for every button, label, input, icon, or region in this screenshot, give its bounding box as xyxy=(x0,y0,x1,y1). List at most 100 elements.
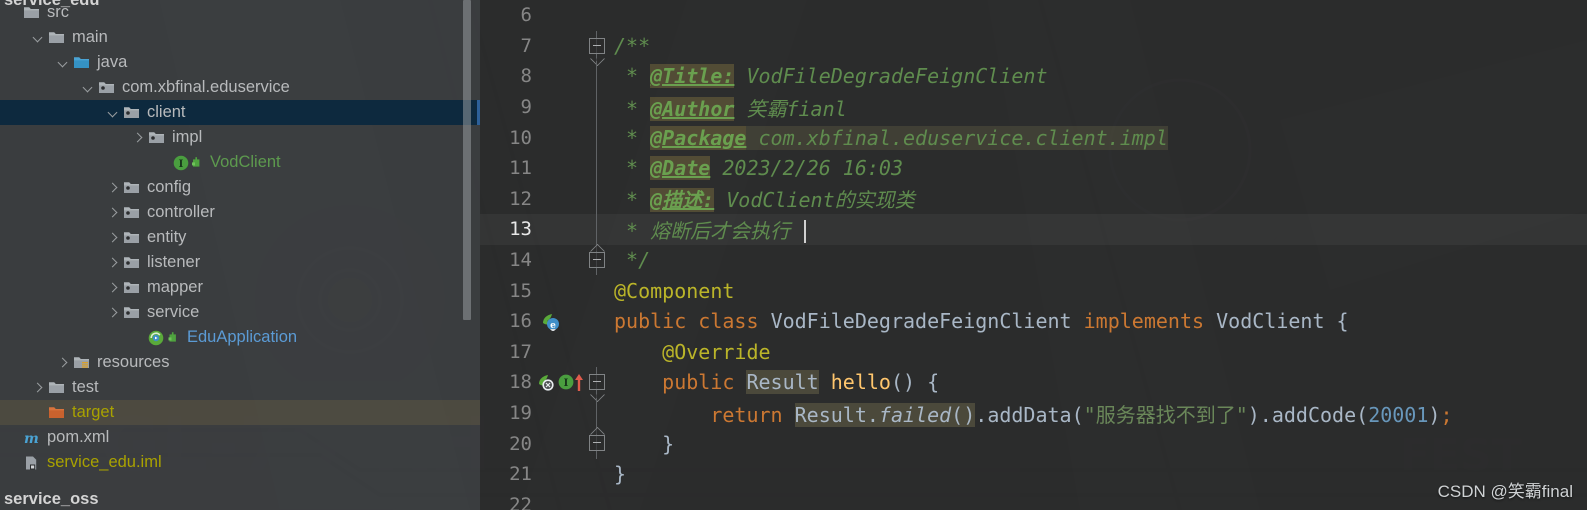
tree-item-listener[interactable]: listener xyxy=(0,250,480,275)
code-text[interactable]: * @Author 笑霸fianl xyxy=(608,93,1587,122)
editor-line[interactable]: 17 @Override xyxy=(480,337,1587,368)
fold-gutter-cell[interactable] xyxy=(586,459,608,490)
chevron-right-icon[interactable] xyxy=(106,256,120,270)
editor-gutter-cell[interactable] xyxy=(536,61,586,92)
code-text[interactable]: return Result.failed().addData("服务器找不到了"… xyxy=(608,399,1587,428)
tree-item-java[interactable]: java xyxy=(0,50,480,75)
chevron-right-icon[interactable] xyxy=(131,131,145,145)
fold-end-icon[interactable] xyxy=(589,435,605,452)
editor-line[interactable]: 19 return Result.failed().addData("服务器找不… xyxy=(480,397,1587,429)
editor-gutter-cell[interactable] xyxy=(536,245,586,276)
fold-gutter-cell[interactable] xyxy=(586,306,608,337)
sidebar-scrollbar-thumb[interactable] xyxy=(463,0,471,320)
fold-gutter-cell[interactable] xyxy=(586,244,608,276)
chevron-right-icon[interactable] xyxy=(106,281,120,295)
chevron-down-icon[interactable] xyxy=(106,106,120,120)
chevron-right-icon[interactable] xyxy=(56,356,70,370)
editor-line[interactable]: 10 * @Package com.xbfinal.eduservice.cli… xyxy=(480,122,1587,153)
editor-gutter-cell[interactable] xyxy=(536,153,586,184)
chevron-down-icon[interactable] xyxy=(31,31,45,45)
editor-line[interactable]: 18 I public Result hello() { xyxy=(480,367,1587,398)
tree-item-service-edu-iml[interactable]: service_edu.iml xyxy=(0,450,480,475)
chevron-right-icon[interactable] xyxy=(106,231,120,245)
fold-gutter-cell[interactable] xyxy=(586,337,608,368)
fold-gutter-cell[interactable] xyxy=(586,122,608,153)
code-editor[interactable]: 6 7 /** 8 * @Title: VodFileDegradeFeignClie… xyxy=(480,0,1587,510)
fold-collapse-icon[interactable] xyxy=(589,374,605,391)
fold-gutter-cell[interactable] xyxy=(586,183,608,215)
code-text[interactable]: * @描述: VodClient的实现类 xyxy=(608,184,1587,213)
editor-gutter-cell[interactable] xyxy=(536,122,586,153)
editor-line[interactable]: 9 * @Author 笑霸fianl xyxy=(480,91,1587,123)
editor-gutter-cell[interactable] xyxy=(536,398,586,429)
code-text[interactable]: public Result hello() { xyxy=(608,370,1587,395)
editor-line[interactable]: 11 * @Date 2023/2/26 16:03 xyxy=(480,152,1587,184)
code-text[interactable]: * @Package com.xbfinal.eduservice.client… xyxy=(608,125,1587,150)
code-text[interactable]: } xyxy=(608,432,1587,456)
fold-gutter-cell[interactable] xyxy=(586,30,608,62)
chevron-right-icon[interactable] xyxy=(106,181,120,195)
editor-lines[interactable]: 6 7 /** 8 * @Title: VodFileDegradeFeignClie… xyxy=(480,0,1587,510)
editor-line[interactable]: 14 */ xyxy=(480,244,1587,276)
editor-gutter-cell[interactable] xyxy=(536,0,586,31)
chevron-right-icon[interactable] xyxy=(31,381,45,395)
editor-gutter-cell[interactable] xyxy=(536,214,586,245)
editor-line[interactable]: 6 xyxy=(480,0,1587,31)
editor-gutter-cell[interactable] xyxy=(536,337,586,368)
tree-item-target[interactable]: target xyxy=(0,400,480,425)
tree-item-service[interactable]: service xyxy=(0,300,480,325)
tree-item-com-xbfinal-eduservice[interactable]: com.xbfinal.eduservice xyxy=(0,75,480,100)
code-text[interactable]: /** xyxy=(608,34,1587,58)
editor-gutter-cell[interactable] xyxy=(536,31,586,62)
tree-item-resources[interactable]: resources xyxy=(0,350,480,375)
fold-gutter-cell[interactable] xyxy=(586,214,608,245)
project-tree[interactable]: src main java com.xbfinal.eduservice client i… xyxy=(0,0,480,475)
chevron-down-icon[interactable] xyxy=(56,56,70,70)
fold-collapse-icon[interactable] xyxy=(589,37,605,54)
fold-gutter-cell[interactable] xyxy=(586,61,608,92)
fold-gutter-cell[interactable] xyxy=(586,367,608,398)
fold-gutter-cell[interactable] xyxy=(586,428,608,459)
editor-gutter-cell[interactable] xyxy=(536,275,586,306)
editor-gutter-cell[interactable] xyxy=(536,459,586,490)
editor-line[interactable]: 20 } xyxy=(480,428,1587,459)
code-text[interactable]: * 熔断后才会执行 xyxy=(608,215,1587,244)
editor-line[interactable]: 7 /** xyxy=(480,30,1587,62)
project-root-label-top[interactable]: service_edu xyxy=(4,0,99,10)
code-text[interactable]: * @Title: VodFileDegradeFeignClient xyxy=(608,64,1587,89)
editor-gutter-cell[interactable] xyxy=(536,428,586,459)
project-tree-panel[interactable]: service_edu src main java com.xbfinal.eduse… xyxy=(0,0,480,510)
chevron-right-icon[interactable] xyxy=(106,306,120,320)
tree-item-vodclient[interactable]: I VodClient xyxy=(0,150,480,175)
editor-gutter-cell[interactable] xyxy=(536,184,586,215)
sidebar-scrollbar-track[interactable] xyxy=(463,0,471,510)
project-root-label-bottom[interactable]: service_oss xyxy=(4,490,99,509)
fold-gutter-cell[interactable] xyxy=(586,275,608,306)
editor-line[interactable]: 16 e public class VodFileDegradeFeignClien… xyxy=(480,306,1587,337)
editor-gutter-cell[interactable] xyxy=(536,490,586,510)
fold-gutter-cell[interactable] xyxy=(586,490,608,510)
fold-gutter-cell[interactable] xyxy=(586,0,608,31)
editor-gutter-cell[interactable] xyxy=(536,92,586,123)
editor-gutter-cell[interactable]: I xyxy=(536,367,586,398)
tree-item-test[interactable]: test xyxy=(0,375,480,400)
chevron-right-icon[interactable] xyxy=(106,206,120,220)
tree-item-client[interactable]: client xyxy=(0,100,480,125)
fold-gutter-cell[interactable] xyxy=(586,91,608,123)
tree-item-entity[interactable]: entity xyxy=(0,225,480,250)
fold-end-icon[interactable] xyxy=(589,251,605,268)
tree-item-controller[interactable]: controller xyxy=(0,200,480,225)
tree-item-eduapplication[interactable]: EduApplication xyxy=(0,325,480,350)
tree-item-config[interactable]: config xyxy=(0,175,480,200)
fold-gutter-cell[interactable] xyxy=(586,152,608,184)
editor-gutter-cell[interactable]: e xyxy=(536,306,586,337)
chevron-down-icon[interactable] xyxy=(81,81,95,95)
editor-line[interactable]: 13 * 熔断后才会执行 xyxy=(480,214,1587,245)
editor-line[interactable]: 22 xyxy=(480,490,1587,510)
tree-item-impl[interactable]: impl xyxy=(0,125,480,150)
tree-item-pom-xml[interactable]: m pom.xml xyxy=(0,425,480,450)
code-text[interactable]: */ xyxy=(608,248,1587,272)
editor-line[interactable]: 21} xyxy=(480,459,1587,490)
code-text[interactable]: @Override xyxy=(608,340,1587,364)
code-text[interactable]: public class VodFileDegradeFeignClient i… xyxy=(608,309,1587,333)
